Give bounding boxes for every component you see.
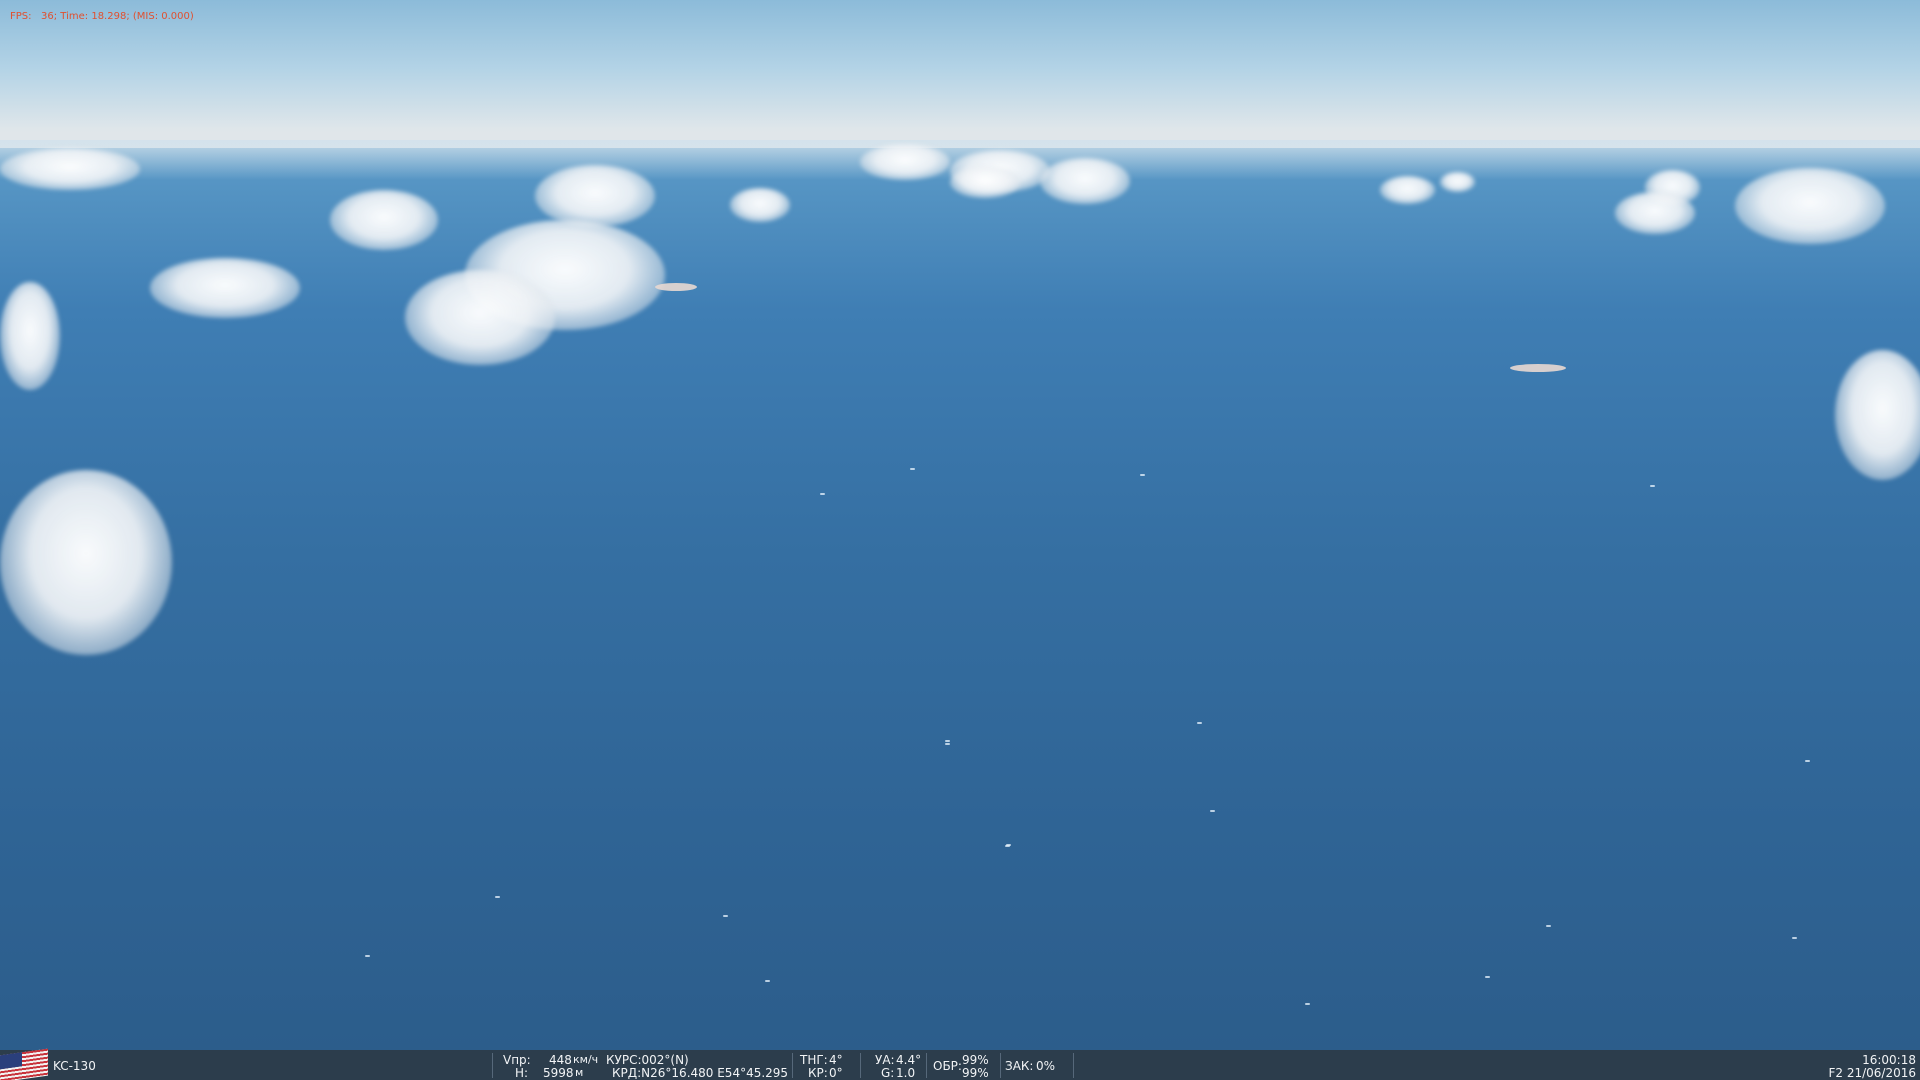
date-readout: F2 21/06/2016: [1828, 1066, 1916, 1080]
whitecap: [765, 980, 770, 982]
whitecap: [1197, 722, 1202, 724]
cloud: [1380, 176, 1435, 204]
roll-value: 0°: [829, 1066, 843, 1080]
divider: [1073, 1053, 1074, 1078]
whitecap: [945, 740, 950, 742]
whitecap: [945, 743, 950, 745]
usa-flag-icon: [0, 1048, 48, 1080]
cloud: [405, 270, 555, 365]
heading-readout: КУРС:002°(N): [606, 1053, 689, 1067]
cloud: [860, 144, 950, 180]
roll-label: КР:: [808, 1066, 828, 1080]
altitude-label: H:: [515, 1066, 529, 1080]
divider: [1000, 1053, 1001, 1078]
cloud: [535, 165, 655, 227]
sky: [0, 0, 1920, 152]
cloud: [730, 188, 790, 222]
divider: [492, 1053, 493, 1078]
pitch-value: 4°: [829, 1053, 843, 1067]
airspeed-unit: км/ч: [573, 1053, 599, 1066]
airspeed-label: Vпр:: [503, 1053, 531, 1067]
g-load-label: G:: [881, 1066, 895, 1080]
divider: [926, 1053, 927, 1078]
cloud: [0, 282, 60, 390]
cloud: [1440, 172, 1475, 192]
whitecap: [1546, 925, 1551, 927]
whitecap: [1305, 1003, 1310, 1005]
whitecap: [1792, 937, 1797, 939]
rpm-value-1: 99%: [962, 1053, 989, 1067]
whitecap: [1805, 760, 1810, 762]
cloud: [1835, 350, 1920, 480]
flaps-value: 0%: [1036, 1059, 1056, 1073]
cloud: [1615, 192, 1695, 234]
airspeed-value: 448: [549, 1053, 572, 1067]
rpm-label: ОБР:: [933, 1059, 962, 1073]
cloud: [150, 258, 300, 318]
game-viewport: FPS: 36; Time: 18.298; (MIS: 0.000) KC-1…: [0, 0, 1920, 1080]
altitude-unit: м: [575, 1066, 584, 1079]
coordinates-readout: КРД:N26°16.480 E54°45.295: [612, 1066, 789, 1080]
flaps-label: ЗАК:: [1005, 1059, 1034, 1073]
whitecap: [1140, 474, 1145, 476]
g-load-value: 1.0: [896, 1066, 916, 1080]
whitecap: [910, 468, 915, 470]
pitch-label: ТНГ:: [800, 1053, 828, 1067]
rpm-value-2: 99%: [962, 1066, 989, 1080]
whitecap: [1006, 844, 1011, 846]
cloud: [0, 148, 140, 190]
divider: [860, 1053, 861, 1078]
status-bar: KC-130 Vпр: 448 км/ч H: 5998 м КУРС:002°…: [0, 1048, 1920, 1080]
cloud: [330, 190, 438, 250]
whitecap: [495, 896, 500, 898]
ship: [655, 283, 697, 291]
cloud: [1040, 158, 1130, 204]
time-readout: 16:00:18: [1862, 1053, 1916, 1067]
divider: [792, 1053, 793, 1078]
whitecap: [365, 955, 370, 957]
cloud: [1735, 168, 1885, 244]
whitecap: [723, 915, 728, 917]
debug-fps-readout: FPS: 36; Time: 18.298; (MIS: 0.000): [10, 11, 194, 22]
aoa-value: 4.4°: [896, 1053, 922, 1067]
cloud: [0, 470, 172, 655]
ship: [1510, 364, 1566, 372]
aoa-label: УА:: [875, 1053, 895, 1067]
whitecap: [1485, 976, 1490, 978]
altitude-value: 5998: [543, 1066, 574, 1080]
aircraft-name: KC-130: [53, 1059, 96, 1073]
whitecap: [1210, 810, 1215, 812]
whitecap: [820, 493, 825, 495]
cloud: [950, 166, 1020, 198]
whitecap: [1650, 485, 1655, 487]
